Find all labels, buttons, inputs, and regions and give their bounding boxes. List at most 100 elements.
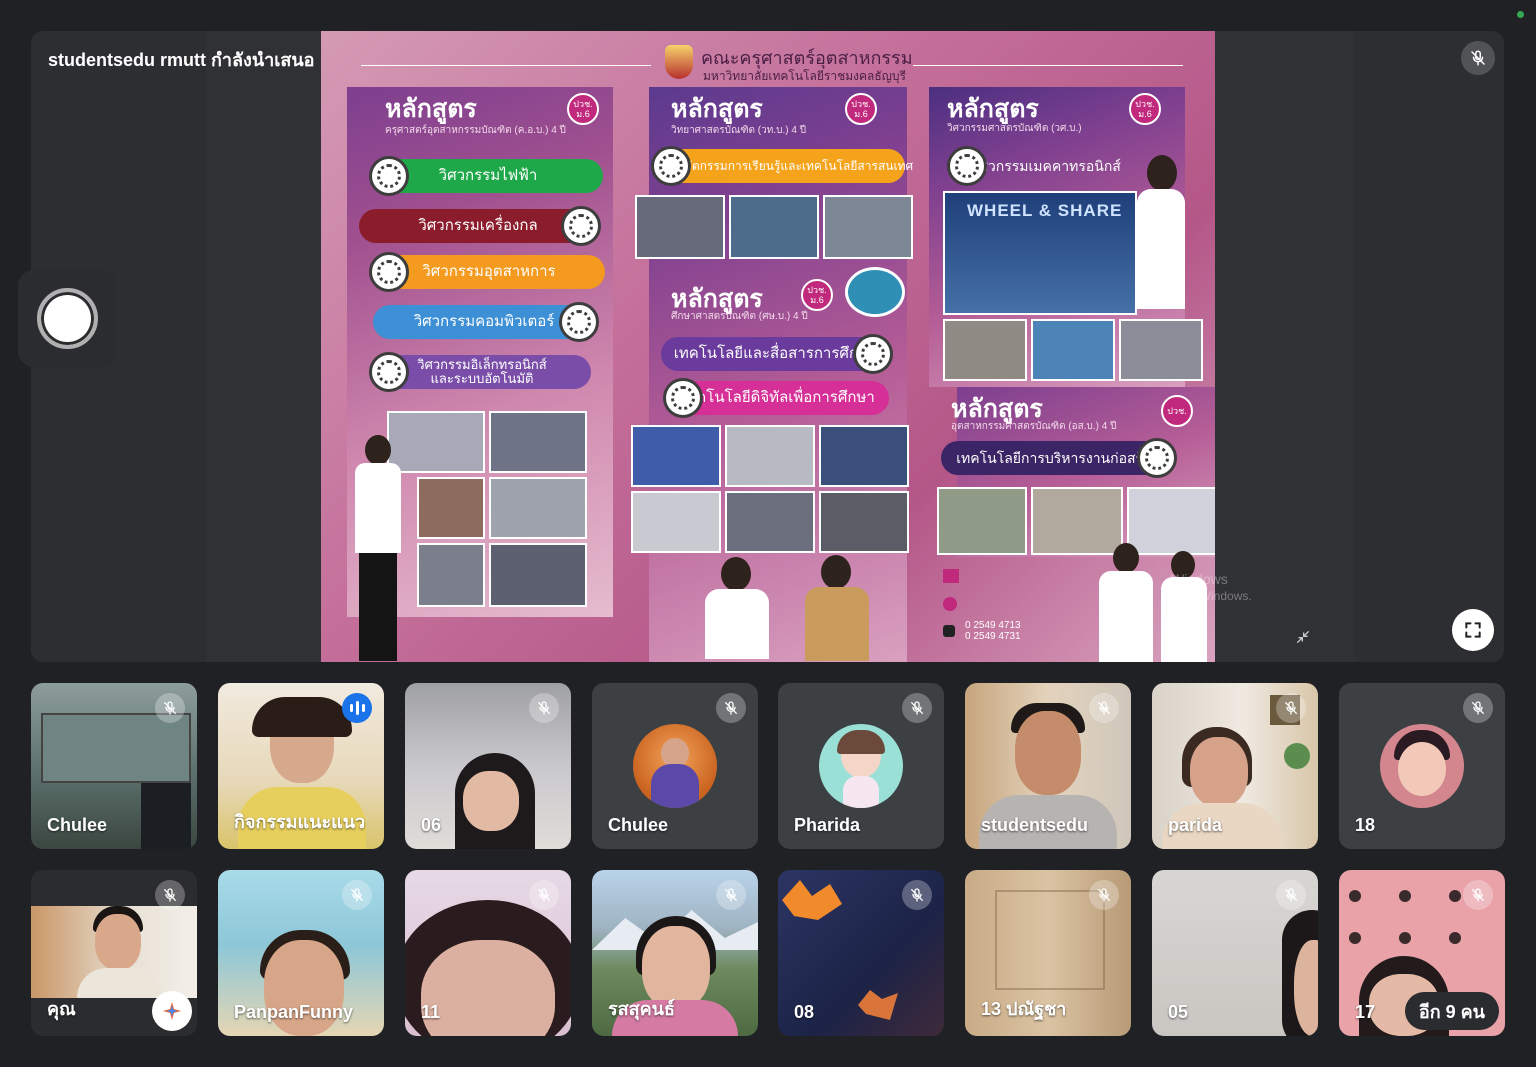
program-photo [823,195,913,259]
program-photo [1119,319,1203,381]
program-photo [1031,319,1115,381]
participant-tile[interactable]: 06 [405,683,571,849]
program-pill: วิศวกรรมเครื่องกล [359,206,601,246]
mic-off-icon [155,693,185,723]
program-pill: วิศวกรรมเมคคาทรอนิกส์ [947,146,1141,186]
effects-button[interactable] [152,991,192,1031]
column-badge: ปวช. ม.6 [567,93,599,125]
column-badge: ปวช. ม.6 [845,93,877,125]
windows-activation-watermark: Windows ivate Windows. [1171,571,1252,603]
mic-off-icon [902,880,932,910]
gear-icon [561,206,601,246]
program-photo [635,195,725,259]
university-seal-icon [665,45,693,79]
gear-icon [651,146,691,186]
participant-tile[interactable]: รสสุคนธ์ [592,870,758,1036]
program-photo [725,425,815,487]
shared-slide: คณะครุศาสตร์อุตสาหกรรม มหาวิทยาลัยเทคโนโ… [321,31,1215,662]
participant-tile[interactable]: 08 [778,870,944,1036]
collapse-icon[interactable] [1293,627,1313,647]
participant-name: คุณ [47,999,76,1019]
participant-tile[interactable]: 05 [1152,870,1318,1036]
gear-icon [1137,438,1177,478]
participant-name: Chulee [47,815,108,835]
participant-name: 11 [421,1002,441,1022]
program-photo [417,543,485,607]
slide-subtitle: มหาวิทยาลัยเทคโนโลยีราชมงคลธัญบุรี [703,69,906,83]
program-photo [819,491,909,553]
program-pill: วิศวกรรมไฟฟ้า [369,156,603,196]
participant-tile[interactable]: 13 ปณัฐชา [965,870,1131,1036]
avatar [1380,724,1464,808]
mic-off-icon [1089,880,1119,910]
participant-name: PanpanFunny [234,1002,354,1022]
connection-status-dot [1517,11,1524,18]
participant-name: 05 [1168,1002,1189,1022]
participant-name: 18 [1355,815,1376,835]
participant-tile[interactable]: Pharida [778,683,944,849]
program-pill: วิศวกรรมอุตสาหการ [369,252,605,292]
column-badge: ปวช. [1161,395,1193,427]
participant-name: studentsedu [981,815,1089,835]
program-photo [819,425,909,487]
column-degree: วิทยาศาสตรบัณฑิต (วท.บ.) 4 ปี [671,125,807,136]
gear-icon [369,352,409,392]
program-photo [631,491,721,553]
gear-icon [559,302,599,342]
participant-tile[interactable]: 18 [1339,683,1505,849]
program-photo [943,319,1027,381]
program-photo [387,411,485,473]
participant-name: 06 [421,815,442,835]
mic-off-icon [155,880,185,910]
participant-tile[interactable]: Chulee [31,683,197,849]
participant-tile[interactable]: 11 [405,870,571,1036]
stage-letterbox-left [206,31,321,662]
participant-name: Pharida [794,815,861,835]
participant-tile[interactable]: parida [1152,683,1318,849]
column-badge: ปวช. ม.6 [801,279,833,311]
participant-name: Chulee [608,815,669,835]
home-icon [943,569,959,583]
participant-name: 17 [1355,1002,1376,1022]
sparkle-icon [162,1001,182,1021]
phone-icon [943,625,955,637]
banner-photo: WHEEL & SHARE [943,191,1137,315]
participant-tile[interactable]: studentsedu [965,683,1131,849]
participant-name: 08 [794,1002,815,1022]
fullscreen-icon [1465,622,1481,638]
program-photo [937,487,1027,555]
program-photo [489,411,587,473]
participant-tile[interactable]: 17 อีก 9 คน [1339,870,1505,1036]
phone-number: 0 2549 4731 [965,631,1021,642]
program-photo [1127,487,1215,555]
mic-off-icon [342,880,372,910]
gear-icon [369,156,409,196]
more-participants-button[interactable]: อีก 9 คน [1404,992,1499,1030]
globe-icon [943,597,957,611]
participant-tile[interactable]: กิจกรรมแนะแนว [218,683,384,849]
program-column-3: หลักสูตร วิศวกรรมศาสตรบัณฑิต (วศ.บ.) ปวช… [929,87,1203,387]
gear-icon [369,252,409,292]
participant-tile[interactable]: PanpanFunny [218,870,384,1036]
presentation-stage[interactable]: คณะครุศาสตร์อุตสาหกรรม มหาวิทยาลัยเทคโนโ… [31,31,1504,662]
program-pill: วิศวกรรมอิเล็กทรอนิกส์ และระบบอัตโนมัติ [369,352,591,392]
mic-off-icon [1276,693,1306,723]
program-photo [729,195,819,259]
column-badge: ปวช. ม.6 [1129,93,1161,125]
gear-icon [663,378,703,418]
column-degree: ครุศาสตร์อุตสาหกรรมบัณฑิต (ค.อ.บ.) 4 ปี [385,125,566,136]
gear-icon [853,334,893,374]
mic-off-icon [1089,693,1119,723]
record-button[interactable] [37,288,98,349]
participant-tile[interactable]: Chulee [592,683,758,849]
participant-name: 13 ปณัฐชา [981,999,1067,1019]
program-photo [489,543,587,607]
slide-header: คณะครุศาสตร์อุตสาหกรรม มหาวิทยาลัยเทคโนโ… [321,37,1215,87]
avatar [819,724,903,808]
participant-name: กิจกรรมแนะแนว [234,812,366,832]
participant-name: รสสุคนธ์ [608,999,675,1019]
participant-tile[interactable]: คุณ [31,870,197,1036]
fullscreen-button[interactable] [1452,609,1494,651]
mic-off-icon [716,693,746,723]
gear-icon [947,146,987,186]
